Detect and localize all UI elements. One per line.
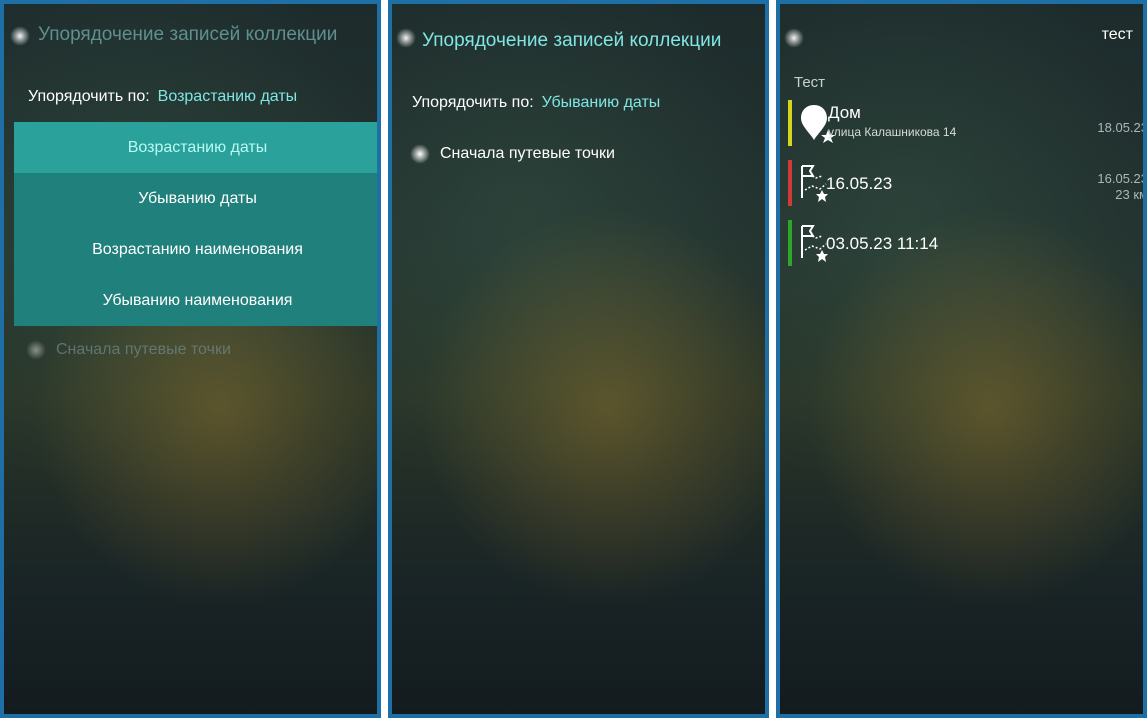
collection-title: тест: [1101, 26, 1133, 43]
switch-indicator-icon: [410, 144, 430, 164]
sort-order-dropdown: Возрастанию даты Убыванию даты Возрастан…: [14, 122, 377, 326]
entry-address: улица Калашникова 14: [828, 125, 957, 139]
sort-option-name-asc[interactable]: Возрастанию наименования: [14, 224, 377, 275]
list-item-waypoint[interactable]: Дом улица Калашникова 14 18.05.23: [788, 100, 1147, 148]
sort-option-name-desc[interactable]: Убыванию наименования: [14, 275, 377, 326]
waypoints-first-label: Сначала путевые точки: [56, 341, 231, 358]
corner-glow-icon: [396, 28, 416, 48]
screen-sort-settings: Упорядочение записей коллекции Упорядочи…: [388, 0, 769, 718]
corner-glow-icon: [10, 26, 30, 46]
entry-distance: 23 км: [1115, 187, 1147, 202]
page-title: Упорядочение записей коллекции: [422, 30, 722, 51]
color-bar: [788, 160, 792, 206]
entry-name: 03.05.23 11:14: [826, 234, 939, 253]
sort-option-date-asc[interactable]: Возрастанию даты: [14, 122, 377, 173]
section-header: Тест: [794, 74, 826, 91]
screen-sort-dropdown-open: Упорядочение записей коллекции Упорядочи…: [0, 0, 381, 718]
waypoints-first-switch[interactable]: Сначала путевые точки: [26, 340, 326, 362]
color-bar: [788, 100, 792, 146]
color-bar: [788, 220, 792, 266]
entry-name: Дом: [828, 103, 861, 122]
page-title: Упорядочение записей коллекции: [38, 24, 338, 45]
sort-order-label: Упорядочить по:: [28, 88, 150, 105]
sort-order-label: Упорядочить по:: [412, 94, 534, 111]
sort-order-value[interactable]: Возрастанию даты: [158, 88, 298, 105]
sort-order-selector[interactable]: Упорядочить по: Возрастанию даты: [28, 88, 297, 106]
sort-order-selector[interactable]: Упорядочить по: Убыванию даты: [412, 94, 660, 112]
waypoints-first-switch[interactable]: Сначала путевые точки: [410, 144, 710, 166]
screen-collection-list: тест Тест Дом улица Калашникова 14 18.05…: [776, 0, 1147, 718]
switch-indicator-icon: [26, 340, 46, 360]
entry-date: 16.05.23: [1097, 171, 1147, 186]
waypoints-first-label: Сначала путевые точки: [440, 145, 615, 162]
sort-option-date-desc[interactable]: Убыванию даты: [14, 173, 377, 224]
entry-name: 16.05.23: [826, 174, 893, 193]
corner-glow-icon: [784, 28, 804, 48]
entry-date: 18.05.23: [1097, 120, 1147, 135]
list-item-track[interactable]: 03.05.23 11:14: [788, 220, 1143, 268]
sort-order-value[interactable]: Убыванию даты: [542, 94, 661, 111]
list-item-track[interactable]: 16.05.23 16.05.23 23 км: [788, 160, 1147, 208]
